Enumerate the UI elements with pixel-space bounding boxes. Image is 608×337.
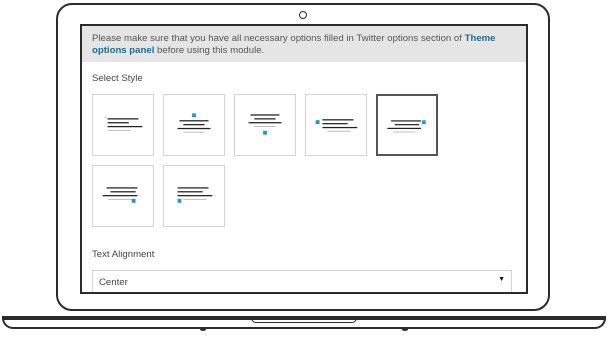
notice-banner: Please make sure that you have all neces… <box>82 26 526 62</box>
laptop-foot-right <box>402 328 408 331</box>
notice-text: Please make sure that you have all neces… <box>92 33 465 44</box>
style-1-preview-icon <box>104 116 143 131</box>
laptop-foot-left <box>200 328 206 331</box>
style-7-preview-icon <box>177 187 213 203</box>
style-option-1[interactable] <box>92 94 154 156</box>
text-alignment-value: Center <box>99 277 128 288</box>
style-6-preview-icon <box>102 187 138 203</box>
text-alignment-label: Text Alignment <box>92 249 155 260</box>
style-option-4[interactable] <box>305 94 367 156</box>
style-option-2[interactable] <box>163 94 225 156</box>
style-5-preview-icon <box>387 120 426 133</box>
text-alignment-select[interactable]: Center ▼ <box>92 270 512 292</box>
style-3-preview-icon <box>248 114 282 135</box>
notice-text-after: before using this module. <box>154 45 265 56</box>
camera-icon <box>299 11 307 19</box>
laptop-screen: Please make sure that you have all neces… <box>80 24 528 294</box>
style-option-7[interactable] <box>163 165 225 227</box>
laptop-notch <box>251 318 357 323</box>
dropdown-arrow-icon: ▼ <box>498 276 505 283</box>
style-option-3[interactable] <box>234 94 296 156</box>
style-option-6[interactable] <box>92 165 154 227</box>
style-2-preview-icon <box>177 113 211 133</box>
select-style-label: Select Style <box>92 73 143 84</box>
style-option-5[interactable] <box>376 94 438 156</box>
style-4-preview-icon <box>315 119 358 132</box>
